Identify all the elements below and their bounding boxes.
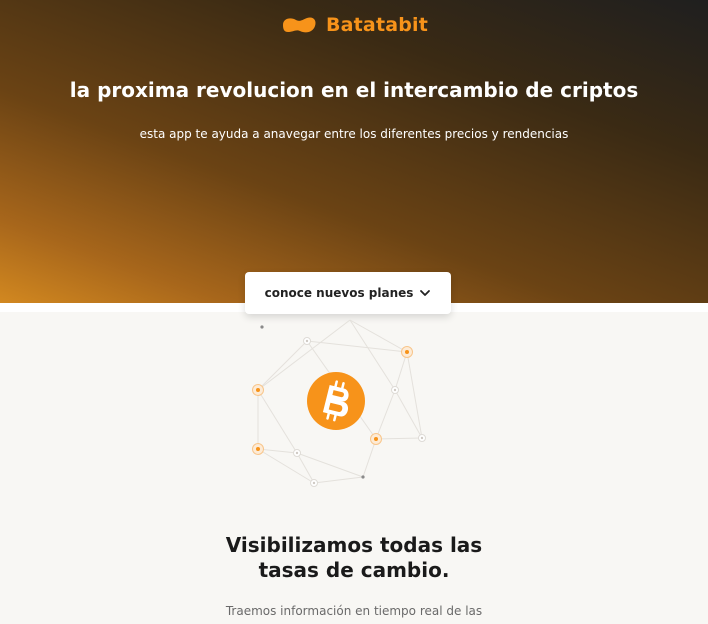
- brand-name: Batatabit: [325, 14, 429, 36]
- potato-logo-icon: [282, 17, 316, 33]
- hero-section: Batatabit la proxima revolucion en el in…: [0, 0, 708, 303]
- section-title-line1: Visibilizamos todas las: [225, 533, 483, 557]
- network-node: [361, 475, 365, 479]
- plans-button-label: conoce nuevos planes: [264, 286, 414, 300]
- bitcoin-icon: [307, 372, 365, 430]
- network-node: [260, 325, 264, 329]
- crypto-network-illustration: [252, 319, 426, 487]
- chevron-down-icon: [420, 290, 431, 296]
- hero-subtitle: esta app te ayuda a anavegar entre los d…: [139, 127, 569, 141]
- section-title-line2: tasas de cambio.: [258, 558, 450, 582]
- brand-logo[interactable]: Batatabit: [0, 14, 708, 36]
- section-title: Visibilizamos todas las tasas de cambio.: [0, 533, 708, 583]
- section-description: Traemos información en tiempo real de la…: [225, 604, 483, 618]
- hero-title: la proxima revolucion en el intercambio …: [69, 78, 639, 102]
- plans-button[interactable]: conoce nuevos planes: [245, 272, 451, 314]
